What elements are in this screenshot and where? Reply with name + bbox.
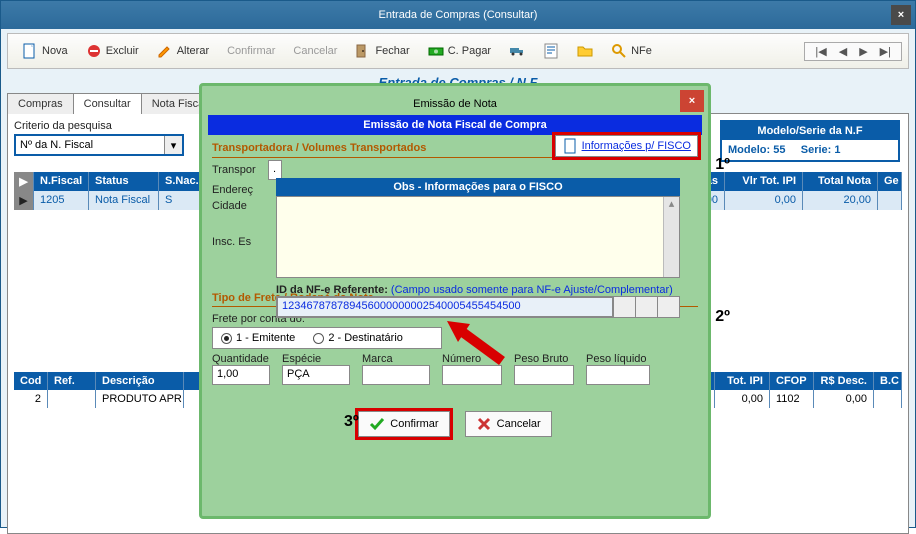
radio-emitente[interactable]: 1 - Emitente — [221, 332, 295, 344]
report-icon — [543, 43, 559, 59]
step-2-badge: 2º — [715, 308, 730, 326]
check-icon — [369, 416, 385, 432]
col-totipi: Tot. IPI — [715, 372, 770, 390]
col-ref: Ref. — [48, 372, 96, 390]
confirmar-toolbar-button: Confirmar — [219, 42, 283, 60]
radio-destinatario[interactable]: 2 - Destinatário — [313, 332, 403, 344]
numero-label: Número — [442, 353, 502, 365]
scrollbar[interactable]: ▴ — [663, 197, 679, 277]
document-icon — [562, 138, 578, 154]
step-1-badge: 1º — [715, 156, 730, 174]
alterar-button[interactable]: Alterar — [149, 40, 217, 62]
close-door-icon — [355, 43, 371, 59]
row-indicator-icon: ▶ — [14, 172, 34, 191]
radio-unchecked-icon — [313, 333, 324, 344]
radio-checked-icon — [221, 333, 232, 344]
sec-transportadora-title: Transportadora / Volumes Transportados — [202, 136, 555, 156]
col-ge: Ge — [878, 172, 902, 191]
report-button[interactable] — [535, 40, 567, 62]
pesobruto-input[interactable] — [514, 365, 574, 385]
fisco-overlay: Obs - Informações para o FISCO ▴ ID da N… — [276, 178, 680, 318]
info-fisco-link[interactable]: Informações p/ FISCO — [555, 135, 698, 157]
pesoliquido-input[interactable] — [586, 365, 650, 385]
id-nfe-input[interactable]: 123467878789456000000002540005455454500 — [277, 297, 613, 317]
nav-last-button[interactable]: ▶| — [876, 45, 895, 58]
col-cfop: CFOP — [770, 372, 814, 390]
step-3-badge: 3º — [344, 413, 359, 431]
fisco-header: Obs - Informações para o FISCO — [276, 178, 680, 196]
modal-cancelar-button[interactable]: Cancelar — [465, 411, 552, 437]
new-doc-icon — [22, 43, 38, 59]
nav-next-button[interactable]: ▶ — [855, 45, 871, 58]
tab-compras[interactable]: Compras — [7, 93, 74, 114]
cidade-label: Cidade — [212, 200, 264, 212]
id-nfe-note: (Campo usado somente para NF-e Ajuste/Co… — [391, 284, 673, 296]
chevron-down-icon: ▾ — [164, 136, 182, 154]
pesoliquido-label: Peso líquido — [586, 353, 650, 365]
window-close-button[interactable]: × — [891, 5, 911, 25]
main-toolbar: Nova Excluir Alterar Confirmar Cancelar … — [7, 33, 909, 69]
fechar-button[interactable]: Fechar — [347, 40, 417, 62]
id-nfe-button-2[interactable] — [635, 297, 657, 317]
record-navigator: |◀ ◀ ▶ ▶| — [804, 42, 902, 61]
criterio-value: Nº da N. Fiscal — [16, 136, 164, 154]
pesobruto-label: Peso Bruto — [514, 353, 574, 365]
especie-input[interactable]: PÇA — [282, 365, 350, 385]
col-status: Status — [89, 172, 159, 191]
nova-button[interactable]: Nova — [14, 40, 76, 62]
quantidade-label: Quantidade — [212, 353, 270, 365]
scroll-up-icon[interactable]: ▴ — [664, 197, 679, 210]
col-cod: Cod — [14, 372, 48, 390]
numero-input[interactable] — [442, 365, 502, 385]
quantidade-input[interactable]: 1,00 — [212, 365, 270, 385]
id-nfe-button-1[interactable] — [613, 297, 635, 317]
insc-est-label: Insc. Es — [212, 216, 264, 248]
window-titlebar: Entrada de Compras (Consultar) × — [1, 1, 915, 29]
nfe-button[interactable]: NFe — [603, 40, 660, 62]
modelo-serie-box: Modelo/Serie da N.F Modelo: 55 Serie: 1 — [720, 120, 900, 162]
id-nfe-button-3[interactable] — [657, 297, 679, 317]
col-nfiscal: N.Fiscal — [34, 172, 89, 191]
emissao-nota-modal: Emissão de Nota × Emissão de Nota Fiscal… — [199, 83, 711, 519]
marca-label: Marca — [362, 353, 430, 365]
tab-consultar[interactable]: Consultar — [73, 93, 142, 114]
modal-confirmar-button[interactable]: Confirmar — [358, 411, 449, 437]
folder-button[interactable] — [569, 40, 601, 62]
col-desc: Descrição — [96, 372, 184, 390]
transportadora-label: Transpor — [212, 164, 264, 176]
excluir-button[interactable]: Excluir — [78, 40, 147, 62]
frete-radio-group: 1 - Emitente 2 - Destinatário — [212, 327, 442, 349]
col-rdesc: R$ Desc. — [814, 372, 874, 390]
modal-title-text: Emissão de Nota — [413, 98, 497, 110]
marca-input[interactable] — [362, 365, 430, 385]
delete-icon — [86, 43, 102, 59]
modal-titlebar: Emissão de Nota × — [202, 86, 708, 115]
cancelar-toolbar-button: Cancelar — [285, 42, 345, 60]
transportadora-input[interactable]: . — [268, 160, 282, 180]
col-snac: S.Nac. — [159, 172, 203, 191]
col-vlrtotipi: Vlr Tot. IPI — [725, 172, 803, 191]
truck-icon — [509, 43, 525, 59]
nav-first-button[interactable]: |◀ — [811, 45, 830, 58]
modal-header: Emissão de Nota Fiscal de Compra — [208, 115, 702, 135]
modelo-serie-header: Modelo/Serie da N.F — [722, 122, 898, 140]
cpagar-button[interactable]: C. Pagar — [420, 40, 499, 62]
window-title: Entrada de Compras (Consultar) — [379, 9, 538, 21]
truck-button[interactable] — [501, 40, 533, 62]
nav-prev-button[interactable]: ◀ — [835, 45, 851, 58]
criterio-dropdown[interactable]: Nº da N. Fiscal ▾ — [14, 134, 184, 156]
id-nfe-label: ID da NF-e Referente: — [276, 284, 388, 296]
col-bc: B.C — [874, 372, 902, 390]
edit-icon — [157, 43, 173, 59]
fisco-textarea[interactable]: ▴ — [276, 196, 680, 278]
cancel-icon — [476, 416, 492, 432]
money-icon — [428, 43, 444, 59]
especie-label: Espécie — [282, 353, 350, 365]
col-totalnota: Total Nota — [803, 172, 878, 191]
endereco-label: Endereç — [212, 184, 264, 196]
search-icon — [611, 43, 627, 59]
folder-icon — [577, 43, 593, 59]
modal-close-button[interactable]: × — [680, 90, 704, 112]
